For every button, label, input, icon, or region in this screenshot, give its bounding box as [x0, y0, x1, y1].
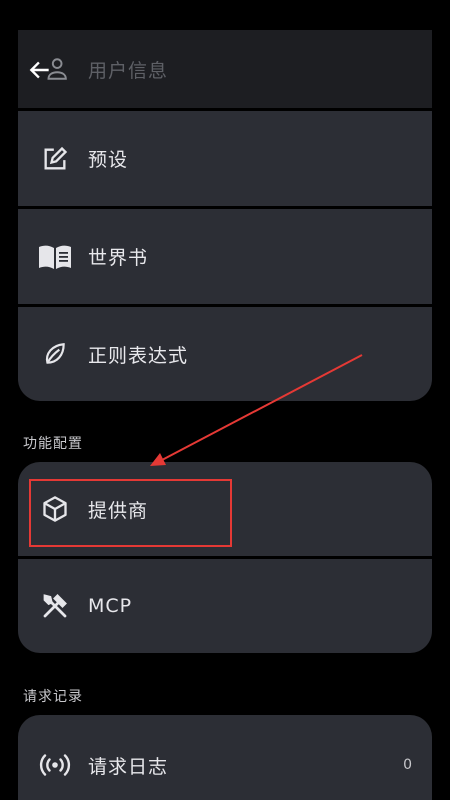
menu-item-label: 用户信息 — [88, 59, 169, 82]
menu-item-label: 请求日志 — [88, 755, 169, 778]
menu-item-label: MCP — [88, 595, 133, 617]
annotation-highlight-box — [29, 479, 232, 547]
section-label-request-records: 请求记录 — [23, 689, 83, 705]
back-button[interactable] — [26, 56, 54, 84]
settings-page: 用户信息 预设 世界书 正则表达式 功能配置 提供商 MCP 请求记录 请求日志… — [0, 0, 450, 800]
leaf-icon — [38, 337, 72, 371]
edit-icon — [38, 142, 72, 176]
section-label-function-config: 功能配置 — [23, 436, 83, 452]
request-log-count: 0 — [403, 757, 412, 773]
menu-item-world-book[interactable]: 世界书 — [18, 209, 432, 304]
tools-icon — [38, 589, 72, 623]
broadcast-icon — [38, 748, 72, 782]
settings-group-request-records: 请求日志 0 — [18, 715, 432, 800]
menu-item-request-logs[interactable]: 请求日志 0 — [18, 715, 432, 800]
menu-item-label: 世界书 — [88, 247, 149, 269]
menu-item-mcp[interactable]: MCP — [18, 559, 432, 653]
arrow-left-icon — [29, 61, 49, 79]
menu-item-regex[interactable]: 正则表达式 — [18, 307, 432, 401]
menu-item-label: 预设 — [88, 149, 129, 171]
settings-group-general: 用户信息 预设 世界书 正则表达式 — [18, 30, 432, 401]
menu-item-presets[interactable]: 预设 — [18, 111, 432, 206]
book-icon — [38, 240, 72, 274]
menu-item-user-info[interactable]: 用户信息 — [18, 30, 432, 108]
menu-item-label: 正则表达式 — [88, 344, 189, 367]
